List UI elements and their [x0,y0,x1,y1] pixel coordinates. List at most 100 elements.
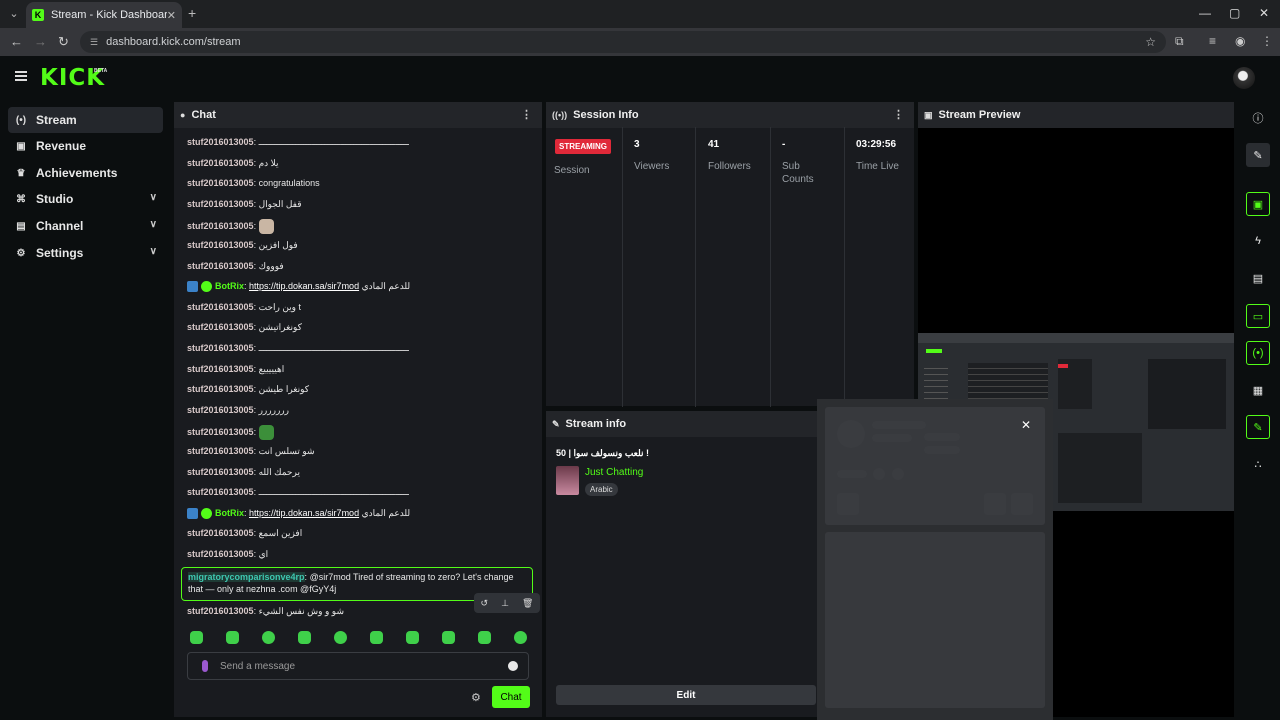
delete-icon[interactable]: 🗑 [522,598,533,609]
url-field[interactable]: ☰ dashboard.kick.com/stream ☆ [80,31,1166,53]
message-username[interactable]: stuf2016013005 [187,322,254,332]
info-icon[interactable]: ⓘ [1246,106,1270,130]
sidebar-item-label: Channel [36,219,84,233]
broadcast-icon[interactable]: (•) [1246,341,1270,365]
emote-icon[interactable] [514,631,527,644]
chat-send-button[interactable]: Chat [492,686,530,708]
sidebar-item-label: Achievements [36,166,118,180]
back-icon[interactable]: ← [10,34,23,49]
message-username[interactable]: stuf2016013005 [187,528,254,538]
message-username[interactable]: stuf2016013005 [187,302,254,312]
extensions-icon[interactable]: ⧉ [1175,34,1184,49]
message-username[interactable]: stuf2016013005 [187,364,254,374]
message-username[interactable]: BotRix [215,508,244,518]
message-text: اهيييييع [258,363,285,374]
close-tab-icon[interactable]: ✕ [167,9,176,22]
message-text: شو و وش نفس الشيء [258,606,344,616]
skeleton-button [1011,493,1033,515]
quick-emote-row [186,631,531,647]
emote-icon[interactable] [226,631,239,644]
emote-icon[interactable] [442,631,455,644]
layout-icon[interactable]: ▦ [1246,378,1270,402]
message-username[interactable]: stuf2016013005 [187,427,254,437]
chat-message: stuf2016013005: شو تسلس انت [187,446,315,456]
chat-options-icon[interactable]: ⋮ [521,108,532,121]
new-tab-icon[interactable]: + [188,5,196,21]
sidebar-item-revenue[interactable]: ▣ Revenue [8,133,163,159]
message-username[interactable]: stuf2016013005 [187,446,254,456]
message-username[interactable]: stuf2016013005 [187,137,254,147]
message-username[interactable]: migratorycomparisonve4rp [188,572,305,582]
notes-icon[interactable]: ▤ [1246,266,1270,290]
message-username[interactable]: stuf2016013005 [187,158,254,168]
reply-icon[interactable]: ↺ [481,598,489,609]
bolt-icon[interactable]: ϟ [1246,229,1270,253]
message-username[interactable]: stuf2016013005 [187,221,254,231]
category-link[interactable]: Just Chatting [585,467,643,478]
chat-message: stuf2016013005: ــــــــــــــــــــــــ… [187,137,409,147]
message-username[interactable]: stuf2016013005 [187,467,254,477]
emote-icon[interactable] [406,631,419,644]
app-header: KICK BETA [0,56,1280,100]
emote-icon[interactable] [262,631,275,644]
message-link[interactable]: https://tip.dokan.sa/sir7mod [249,508,359,518]
edit-icon[interactable]: ✎ [1246,143,1270,167]
sidebar-item-label: Settings [36,246,84,260]
profile-icon[interactable]: ◉ [1235,34,1245,48]
stat-value: 41 [708,139,720,150]
tab-search-icon[interactable]: ⌄ [6,6,22,22]
tools-icon[interactable]: ✎ [1246,415,1270,439]
hamburger-menu-icon[interactable] [15,71,27,81]
message-username[interactable]: BotRix [215,281,244,291]
chat-settings-icon[interactable]: ⚙ [471,691,481,704]
chat-message: stuf2016013005: ررررررر [187,404,290,415]
message-username[interactable]: stuf2016013005 [187,199,254,209]
emote-icon[interactable] [298,631,311,644]
sidebar-item-achievements[interactable]: ♛ Achievements [8,160,163,186]
message-username[interactable]: stuf2016013005 [187,384,254,394]
minimize-icon[interactable]: — [1199,6,1211,20]
forward-icon[interactable]: → [34,34,47,49]
message-link[interactable]: https://tip.dokan.sa/sir7mod [249,281,359,291]
emote-icon[interactable] [478,631,491,644]
browser-tab[interactable]: K Stream - Kick Dashboard ✕ [26,2,182,28]
message-username[interactable]: stuf2016013005 [187,487,254,497]
message-username[interactable]: stuf2016013005 [187,549,254,559]
chat-icon[interactable]: ▭ [1246,304,1270,328]
message-username[interactable]: stuf2016013005 [187,178,254,188]
bookmark-star-icon[interactable]: ☆ [1145,35,1156,49]
message-username[interactable]: stuf2016013005 [187,606,254,616]
site-info-icon[interactable]: ☰ [90,37,98,48]
sidebar-item-settings[interactable]: ⚙ Settings ∨ [8,240,163,266]
close-window-icon[interactable]: ✕ [1259,6,1269,20]
focus-icon[interactable]: ▣ [1246,192,1270,216]
media-icon[interactable]: ≡ [1209,34,1216,48]
emote-icon[interactable] [334,631,347,644]
user-avatar[interactable] [1233,67,1255,89]
microphone-icon[interactable] [202,660,208,672]
message-username[interactable]: stuf2016013005 [187,343,254,353]
message-text: قفل الجوال [258,198,302,209]
message-username[interactable]: stuf2016013005 [187,240,254,250]
emote-icon[interactable] [190,631,203,644]
menu-icon[interactable]: ⋮ [1261,34,1273,48]
pin-icon[interactable]: ⊥ [501,598,509,609]
apps-icon[interactable]: ∴ [1246,452,1270,476]
session-options-icon[interactable]: ⋮ [893,108,904,121]
category-thumbnail[interactable] [556,466,579,495]
message-username[interactable]: stuf2016013005 [187,261,254,271]
sidebar-item-stream[interactable]: (•) Stream [8,107,163,133]
emote-icon[interactable] [370,631,383,644]
chat-input-placeholder: Send a message [220,660,296,672]
chat-input[interactable]: Send a message [187,652,529,680]
sidebar-item-channel[interactable]: ▤ Channel ∨ [8,213,163,239]
chat-message: stuf2016013005: اهيييييع [187,363,285,374]
maximize-icon[interactable]: ▢ [1229,6,1240,20]
emoji-picker-icon[interactable] [508,661,518,671]
sidebar-item-studio[interactable]: ⌘ Studio ∨ [8,186,163,212]
chat-message: stuf2016013005: ــــــــــــــــــــــــ… [187,487,409,498]
edit-stream-button[interactable]: Edit [556,685,816,705]
close-icon[interactable]: ✕ [1021,418,1031,432]
reload-icon[interactable]: ↻ [58,34,69,50]
message-username[interactable]: stuf2016013005 [187,405,254,415]
